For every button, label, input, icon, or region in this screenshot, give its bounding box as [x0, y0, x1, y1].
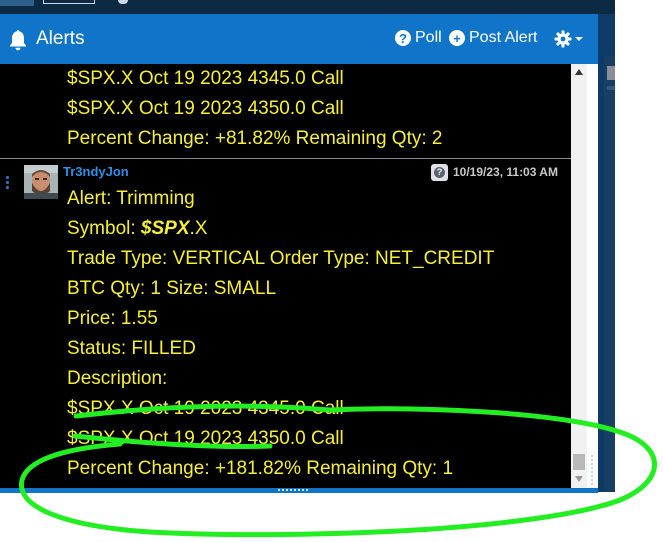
poll-button[interactable]: ? Poll — [395, 29, 442, 47]
settings-dropdown[interactable] — [554, 29, 584, 49]
poll-label: Poll — [415, 29, 442, 46]
top-nav-icon[interactable] — [118, 0, 128, 4]
gear-icon — [554, 30, 572, 48]
symbol-ticker-link[interactable]: $SPX — [141, 218, 190, 239]
alert-leg: $SPX.X Oct 19 2023 4350.0 Call — [67, 428, 344, 449]
scroll-thumb[interactable] — [573, 454, 585, 470]
previous-alert-leg: $SPX.X Oct 19 2023 4350.0 Call — [67, 98, 344, 119]
kebab-menu-icon[interactable] — [6, 176, 10, 192]
alert-price: Price: 1.55 — [67, 308, 158, 329]
symbol-label: Symbol: — [67, 218, 141, 239]
alert-type: Alert: Trimming — [67, 188, 195, 209]
alert-leg: $SPX.X Oct 19 2023 4345.0 Call — [67, 398, 344, 419]
alerts-feed[interactable]: $SPX.X Oct 19 2023 4345.0 Call $SPX.X Oc… — [0, 64, 571, 488]
scroll-down-icon[interactable] — [575, 476, 583, 482]
previous-alert-leg: $SPX.X Oct 19 2023 4345.0 Call — [67, 68, 344, 89]
feed-scrollbar[interactable] — [571, 64, 587, 488]
scroll-up-icon[interactable] — [575, 69, 583, 75]
alert-percent-change: Percent Change: +181.82% Remaining Qty: … — [67, 458, 454, 479]
panel-resize-handle[interactable] — [278, 489, 308, 491]
alert-trade-type: Trade Type: VERTICAL Order Type: NET_CRE… — [67, 248, 495, 269]
top-nav-strip — [0, 0, 615, 14]
alert-btc-qty: BTC Qty: 1 Size: SMALL — [67, 278, 277, 299]
caret-down-icon — [575, 37, 583, 41]
side-panel-right — [604, 56, 615, 492]
alert-symbol: Symbol: $SPX.X — [67, 218, 207, 240]
alert-info-icon[interactable]: ? — [431, 164, 448, 181]
post-alert-label: Post Alert — [469, 29, 538, 46]
alerts-header: Alerts ? Poll + Post Alert — [0, 14, 598, 64]
side-panel-marker — [607, 86, 615, 90]
question-circle-icon: ? — [395, 30, 411, 46]
plus-circle-icon: + — [449, 30, 465, 46]
side-panel-button[interactable] — [607, 66, 615, 80]
post-alert-button[interactable]: + Post Alert — [449, 29, 537, 47]
alert-description-label: Description: — [67, 368, 168, 389]
avatar[interactable] — [24, 165, 58, 199]
page-title: Alerts — [36, 28, 85, 49]
top-nav-tab-outline[interactable] — [43, 0, 95, 4]
post-timestamp: 10/19/23, 11:03 AM — [453, 165, 558, 179]
previous-alert-percent: Percent Change: +81.82% Remaining Qty: 2 — [67, 128, 443, 149]
panel-bottom-bar — [0, 488, 598, 493]
bell-icon — [10, 30, 26, 51]
resize-grip-icon[interactable] — [589, 455, 595, 488]
top-nav-tab[interactable] — [0, 0, 34, 6]
post-username[interactable]: Tr3ndyJon — [63, 164, 129, 179]
alert-status: Status: FILLED — [67, 338, 196, 359]
post-divider — [0, 158, 571, 159]
symbol-suffix: .X — [189, 218, 208, 239]
